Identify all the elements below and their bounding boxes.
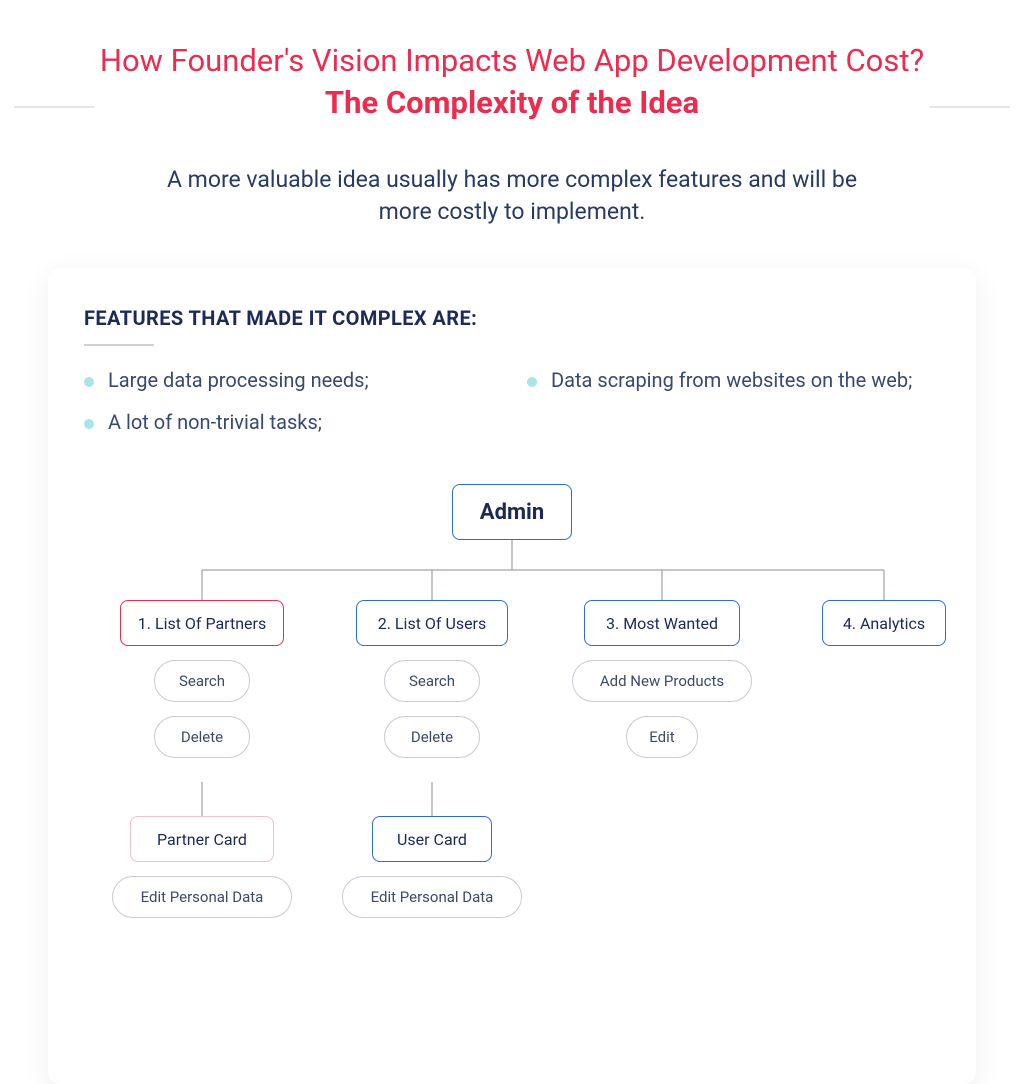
section-heading: FEATURES THAT MADE IT COMPLEX ARE: xyxy=(84,306,940,330)
node-analytics: 4. Analytics xyxy=(822,600,946,646)
title-bold: The Complexity of the Idea xyxy=(325,84,699,121)
bullet-dot-icon xyxy=(84,377,94,387)
node-users-search: Search xyxy=(384,660,480,702)
node-partners-delete: Delete xyxy=(154,716,250,758)
page-subtitle: A more valuable idea usually has more co… xyxy=(162,164,862,228)
divider-right xyxy=(930,106,1010,108)
bullet-text: Large data processing needs; xyxy=(108,368,369,392)
node-admin: Admin xyxy=(452,484,572,540)
node-partner-edit-data: Edit Personal Data xyxy=(112,876,292,918)
bullet-dot-icon xyxy=(527,377,537,387)
connector-lines xyxy=(84,484,940,1044)
bullet-dot-icon xyxy=(84,419,94,429)
node-user-edit-data: Edit Personal Data xyxy=(342,876,522,918)
node-users-delete: Delete xyxy=(384,716,480,758)
content-card: FEATURES THAT MADE IT COMPLEX ARE: Large… xyxy=(48,268,976,1084)
node-list-of-partners: 1. List Of Partners xyxy=(120,600,284,646)
bullet-grid: Large data processing needs; Data scrapi… xyxy=(84,368,940,434)
bullet-item: A lot of non-trivial tasks; xyxy=(84,410,497,434)
heading-rule xyxy=(84,344,154,346)
node-user-card: User Card xyxy=(372,816,492,862)
bullet-item: Data scraping from websites on the web; xyxy=(527,368,940,392)
page-title: How Founder's Vision Impacts Web App Dev… xyxy=(77,40,947,124)
bullet-text: A lot of non-trivial tasks; xyxy=(108,410,322,434)
node-partner-card: Partner Card xyxy=(130,816,274,862)
title-light: How Founder's Vision Impacts Web App Dev… xyxy=(100,42,924,79)
bullet-text: Data scraping from websites on the web; xyxy=(551,368,912,392)
bullet-item: Large data processing needs; xyxy=(84,368,497,392)
node-add-new-products: Add New Products xyxy=(572,660,752,702)
admin-diagram: Admin 1. List Of Partners Search Delete … xyxy=(84,484,940,1044)
node-edit: Edit xyxy=(626,716,698,758)
node-most-wanted: 3. Most Wanted xyxy=(584,600,740,646)
node-partners-search: Search xyxy=(154,660,250,702)
divider-left xyxy=(14,106,94,108)
node-list-of-users: 2. List Of Users xyxy=(356,600,508,646)
